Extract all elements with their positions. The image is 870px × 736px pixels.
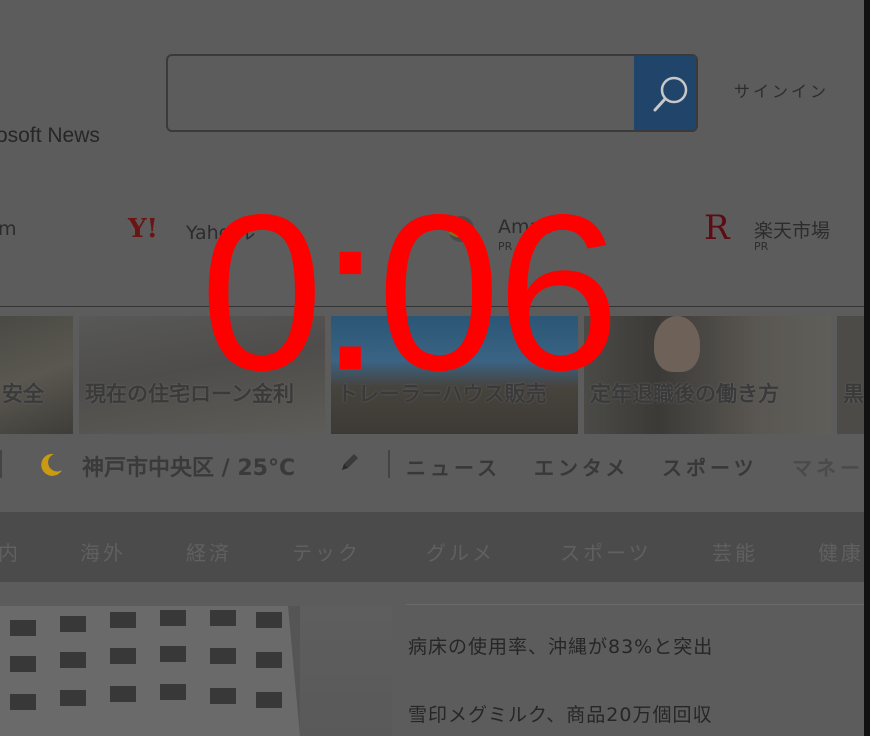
category-domestic[interactable]: 内 — [0, 537, 21, 566]
sky-image — [300, 606, 392, 736]
yahoo-logo-icon: Y! — [128, 214, 158, 244]
search-icon — [653, 76, 688, 112]
category-geinou[interactable]: 芸能 — [712, 537, 758, 566]
search-button[interactable] — [634, 56, 696, 130]
trending-tile[interactable]: 黒 — [837, 316, 864, 434]
person-image — [654, 316, 700, 372]
nav-sports[interactable]: スポーツ — [662, 452, 758, 481]
headline-link[interactable]: 病床の使用率、沖縄が83%と突出 — [408, 632, 713, 659]
category-gourmet[interactable]: グルメ — [426, 537, 495, 566]
moon-icon — [41, 453, 62, 476]
quick-link-pr: PR — [754, 240, 769, 253]
weather-location-temp[interactable]: 神戸市中央区 / 25°C — [82, 450, 295, 482]
quick-link-label: m — [0, 218, 17, 240]
category-sports[interactable]: スポーツ — [560, 537, 652, 566]
headline-link[interactable]: 雪印メグミルク、商品20万個回収 — [408, 700, 712, 727]
trending-tile[interactable]: 定年退職後の働き方 — [584, 316, 831, 434]
nav-money[interactable]: マネー — [792, 452, 864, 481]
category-overseas[interactable]: 海外 — [80, 537, 126, 566]
rakuten-logo-icon: R — [704, 208, 730, 248]
nav-entame[interactable]: エンタメ — [534, 452, 629, 481]
timer-overlay: 0:06 — [200, 169, 620, 417]
nav-separator — [388, 450, 390, 478]
tile-caption: 黒 — [843, 382, 864, 406]
trending-tile[interactable]: 安全 — [0, 316, 73, 434]
news-page: osoft News サインイン m Y! Yaho ル Amaz PR R 楽… — [0, 0, 864, 736]
window-edge — [864, 0, 870, 736]
category-economy[interactable]: 経済 — [186, 537, 232, 566]
building-image — [0, 606, 300, 736]
nav-news[interactable]: ニュース — [406, 452, 501, 481]
headline-divider — [406, 604, 864, 605]
category-tech[interactable]: テック — [292, 537, 361, 566]
quick-link-label: 楽天市場 — [754, 220, 831, 242]
nav-separator — [0, 450, 2, 478]
tile-caption: 定年退職後の働き方 — [590, 382, 779, 406]
hero-image[interactable] — [0, 606, 392, 736]
sign-in-link[interactable]: サインイン — [734, 78, 829, 102]
category-health[interactable]: 健康 — [818, 537, 864, 566]
edit-pencil-icon[interactable] — [338, 452, 360, 474]
search-box — [166, 54, 698, 132]
search-input[interactable] — [168, 56, 634, 130]
tile-caption: 安全 — [2, 382, 44, 406]
brand-name[interactable]: osoft News — [0, 124, 100, 148]
category-bar: 内 海外 経済 テック グルメ スポーツ 芸能 健康 — [0, 512, 864, 582]
